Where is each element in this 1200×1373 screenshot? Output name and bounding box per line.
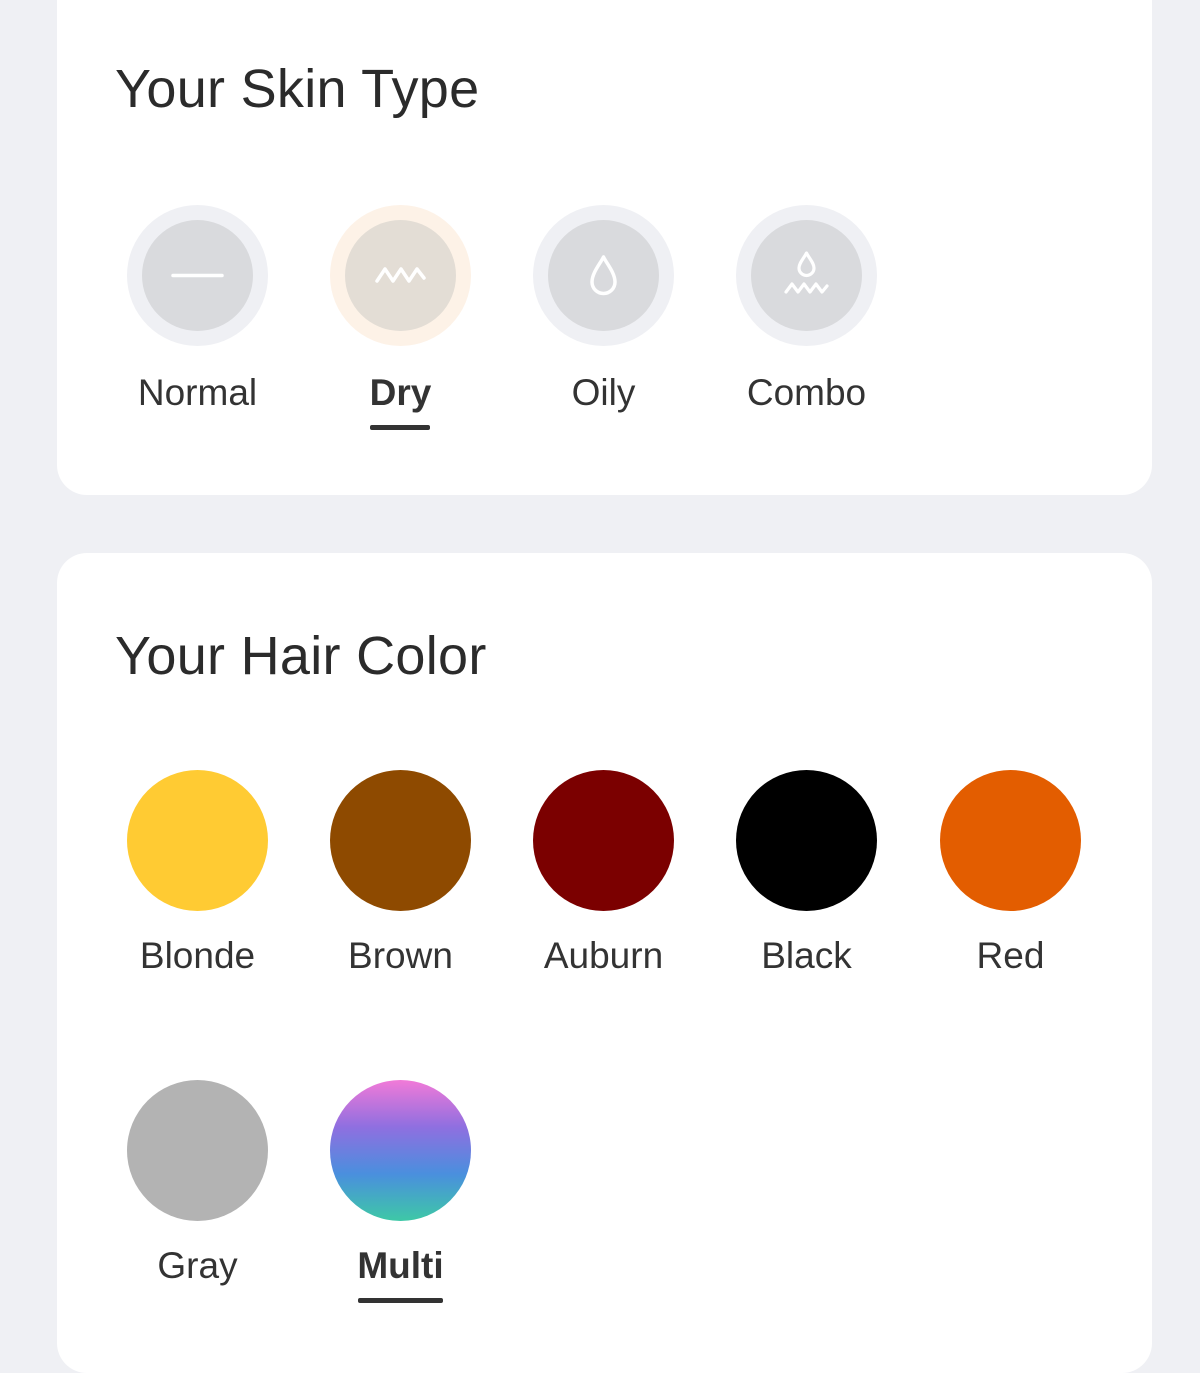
color-swatch [127,1080,268,1221]
color-swatch [330,770,471,911]
hair-option-black[interactable]: Black [705,770,908,1020]
hair-option-blonde[interactable]: Blonde [96,770,299,1020]
hair-color-card: Your Hair Color Blonde Brown Auburn Blac… [57,553,1152,1373]
flat-line-icon [171,273,224,278]
hair-option-red[interactable]: Red [909,770,1112,1020]
hair-option-label: Multi [357,1245,444,1286]
hair-option-label: Gray [157,1245,238,1286]
hair-option-gray[interactable]: Gray [96,1080,299,1330]
skin-option-ring [330,205,471,346]
skin-option-oily[interactable]: Oily [502,205,705,455]
skin-option-combo[interactable]: Combo [705,205,908,455]
hair-option-multi[interactable]: Multi [299,1080,502,1330]
color-swatch [127,770,268,911]
color-swatch [330,1080,471,1221]
skin-option-label: Dry [369,372,432,413]
selected-underline [358,1298,443,1303]
hair-option-label: Black [761,935,852,976]
hair-option-label: Blonde [139,935,256,976]
drop-icon [590,255,617,296]
hair-option-label: Brown [348,935,453,976]
skin-option-ring [736,205,877,346]
color-swatch [736,770,877,911]
color-swatch [533,770,674,911]
skin-option-ring [533,205,674,346]
skin-option-ring [127,205,268,346]
hair-option-auburn[interactable]: Auburn [502,770,705,1020]
skin-option-normal[interactable]: Normal [96,205,299,455]
selected-underline [370,425,430,430]
skin-option-label: Combo [746,372,867,413]
zigzag-icon [375,267,426,283]
color-swatch [940,770,1081,911]
hair-option-label: Auburn [543,935,664,976]
skin-option-label: Oily [571,372,636,413]
skin-type-title: Your Skin Type [115,59,480,119]
drop-wave-icon [784,251,829,294]
skin-option-label: Normal [137,372,258,413]
hair-option-brown[interactable]: Brown [299,770,502,1020]
skin-option-dry[interactable]: Dry [299,205,502,455]
skin-type-card: Your Skin Type Normal Dry Oily Combo [57,0,1152,495]
hair-color-title: Your Hair Color [115,626,487,686]
hair-option-label: Red [976,935,1045,976]
